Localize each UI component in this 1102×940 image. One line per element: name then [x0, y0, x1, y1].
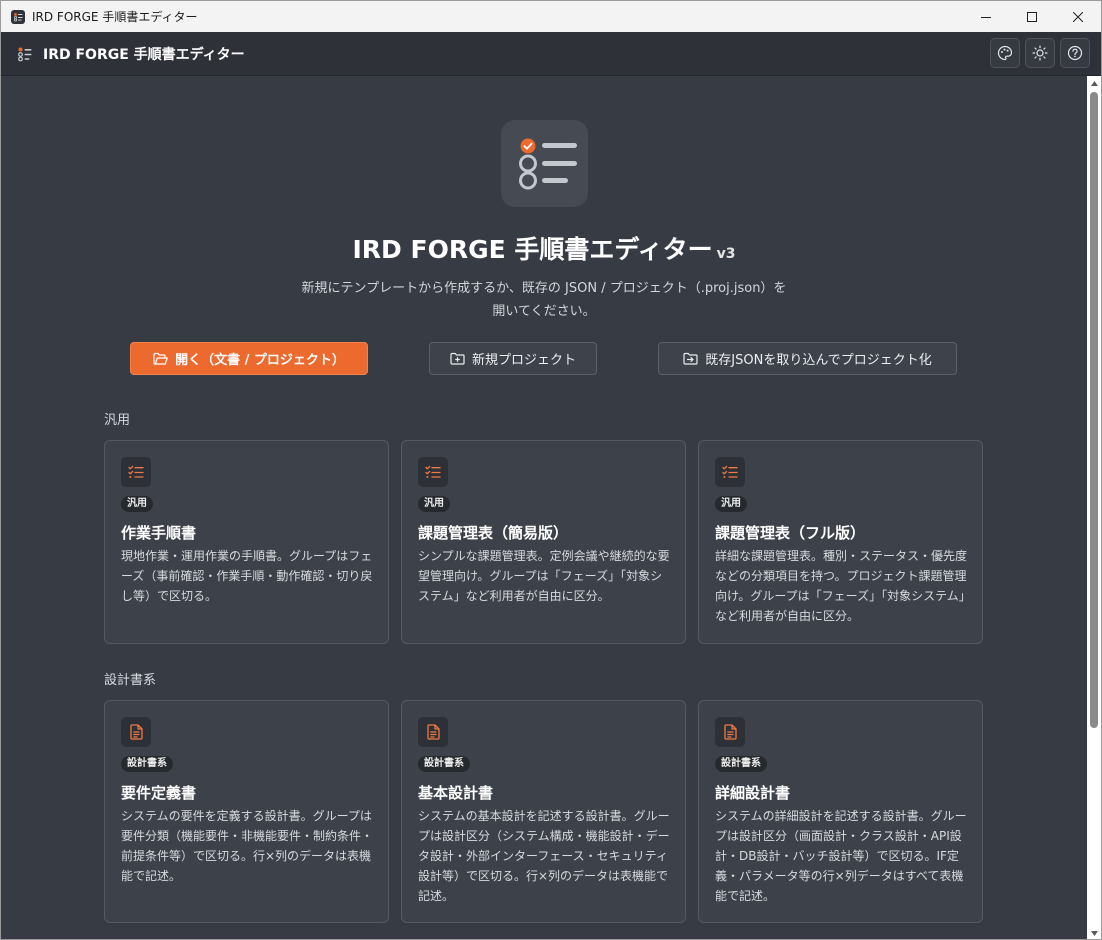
help-button[interactable]: [1060, 38, 1090, 68]
maximize-icon: [1027, 11, 1037, 22]
document-icon: [715, 717, 745, 747]
checklist-icon: [715, 457, 745, 487]
new-project-button[interactable]: 新規プロジェクト: [429, 342, 597, 375]
window-title: IRD FORGE 手順書エディター: [32, 10, 198, 24]
template-card-issue-full[interactable]: 汎用 課題管理表（フル版） 詳細な課題管理表。種別・ステータス・優先度などの分類…: [698, 440, 983, 644]
card-title: 作業手順書: [121, 524, 197, 542]
vertical-scrollbar[interactable]: [1087, 76, 1101, 939]
template-card-detailed-design[interactable]: 設計書系 詳細設計書 システムの詳細設計を記述する設計書。グループは設計区分（画…: [698, 700, 983, 923]
os-titlebar: IRD FORGE 手順書エディター: [1, 1, 1101, 32]
card-title: 課題管理表（簡易版）: [418, 524, 569, 542]
scrollbar-thumb[interactable]: [1090, 92, 1098, 728]
hero-subtitle-line2: 開いてください。: [492, 304, 596, 319]
document-icon: [121, 717, 151, 747]
card-tag: 汎用: [715, 496, 747, 512]
card-description: 現地作業・運用作業の手順書。グループはフェーズ（事前確認・作業手順・動作確認・切…: [121, 549, 373, 603]
card-description: システムの要件を定義する設計書。グループは要件分類（機能要件・非機能要件・制約条…: [121, 809, 374, 883]
card-description: 詳細な課題管理表。種別・ステータス・優先度などの分類項目を持つ。プロジェクト課題…: [715, 549, 968, 623]
card-tag: 設計書系: [715, 756, 767, 772]
card-description: システムの詳細設計を記述する設計書。グループは設計区分（画面設計・クラス設計・A…: [715, 809, 967, 903]
card-tag: 汎用: [418, 496, 450, 512]
theme-toggle-button[interactable]: [1025, 38, 1055, 68]
template-card-issue-simple[interactable]: 汎用 課題管理表（簡易版） シンプルな課題管理表。定例会議や継続的な要望管理向け…: [401, 440, 686, 644]
app-logo-icon: [17, 46, 33, 62]
hero-subtitle-line1: 新規にテンプレートから作成するか、既存の JSON / プロジェクト（.proj…: [301, 281, 787, 296]
document-icon: [418, 717, 448, 747]
card-tag: 汎用: [121, 496, 153, 512]
app-header: IRD FORGE 手順書エディター: [1, 32, 1101, 76]
card-tag: 設計書系: [418, 756, 470, 772]
open-document-label: 開く（文書 / プロジェクト）: [175, 353, 345, 368]
close-window-button[interactable]: [1055, 1, 1101, 32]
help-icon: [1067, 45, 1083, 61]
folder-import-icon: [683, 352, 698, 365]
folder-plus-icon: [450, 352, 465, 365]
palette-button[interactable]: [990, 38, 1020, 68]
app-window: IRD FORGE 手順書エディター IRD FORGE 手順書エディター IR…: [0, 0, 1102, 940]
card-title: 課題管理表（フル版）: [715, 524, 866, 542]
scroll-up-arrow-icon[interactable]: [1087, 76, 1101, 90]
card-title: 基本設計書: [418, 784, 494, 802]
template-card-work-procedure[interactable]: 汎用 作業手順書 現地作業・運用作業の手順書。グループはフェーズ（事前確認・作業…: [104, 440, 389, 644]
hero-title: IRD FORGE 手順書エディター v3: [1, 230, 1087, 266]
card-title: 要件定義書: [121, 784, 197, 802]
hero-title-text: IRD FORGE 手順書エディター: [352, 235, 713, 264]
new-project-label: 新規プロジェクト: [471, 353, 576, 368]
checklist-icon: [418, 457, 448, 487]
app-icon: [11, 9, 25, 24]
sun-icon: [1032, 45, 1048, 61]
card-description: シンプルな課題管理表。定例会議や継続的な要望管理向け。グループは「フェーズ」「対…: [418, 549, 670, 603]
hero-subtitle: 新規にテンプレートから作成するか、既存の JSON / プロジェクト（.proj…: [251, 277, 837, 323]
minimize-icon: [981, 16, 991, 18]
import-json-label: 既存JSONを取り込んでプロジェクト化: [705, 353, 932, 368]
palette-icon: [997, 45, 1013, 61]
card-tag: 設計書系: [121, 756, 173, 772]
template-card-basic-design[interactable]: 設計書系 基本設計書 システムの基本設計を記述する設計書。グループは設計区分（シ…: [401, 700, 686, 923]
header-title: IRD FORGE 手順書エディター: [43, 46, 245, 63]
template-card-requirements[interactable]: 設計書系 要件定義書 システムの要件を定義する設計書。グループは要件分類（機能要…: [104, 700, 389, 923]
card-description: システムの基本設計を記述する設計書。グループは設計区分（システム構成・機能設計・…: [418, 809, 670, 903]
section-label-design-docs: 設計書系: [104, 673, 157, 688]
folder-open-icon: [153, 352, 168, 365]
start-screen: IRD FORGE 手順書エディター v3 新規にテンプレートから作成するか、既存…: [1, 76, 1087, 939]
checklist-icon: [121, 457, 151, 487]
minimize-button[interactable]: [963, 1, 1009, 32]
version-badge: v3: [716, 246, 736, 262]
close-icon: [1073, 11, 1083, 22]
section-label-general: 汎用: [104, 413, 131, 428]
hero-logo-icon: [501, 120, 588, 207]
import-json-button[interactable]: 既存JSONを取り込んでプロジェクト化: [658, 342, 957, 375]
open-document-button[interactable]: 開く（文書 / プロジェクト）: [130, 342, 368, 375]
maximize-button[interactable]: [1009, 1, 1055, 32]
card-title: 詳細設計書: [715, 784, 791, 802]
scroll-down-arrow-icon[interactable]: [1087, 926, 1101, 939]
